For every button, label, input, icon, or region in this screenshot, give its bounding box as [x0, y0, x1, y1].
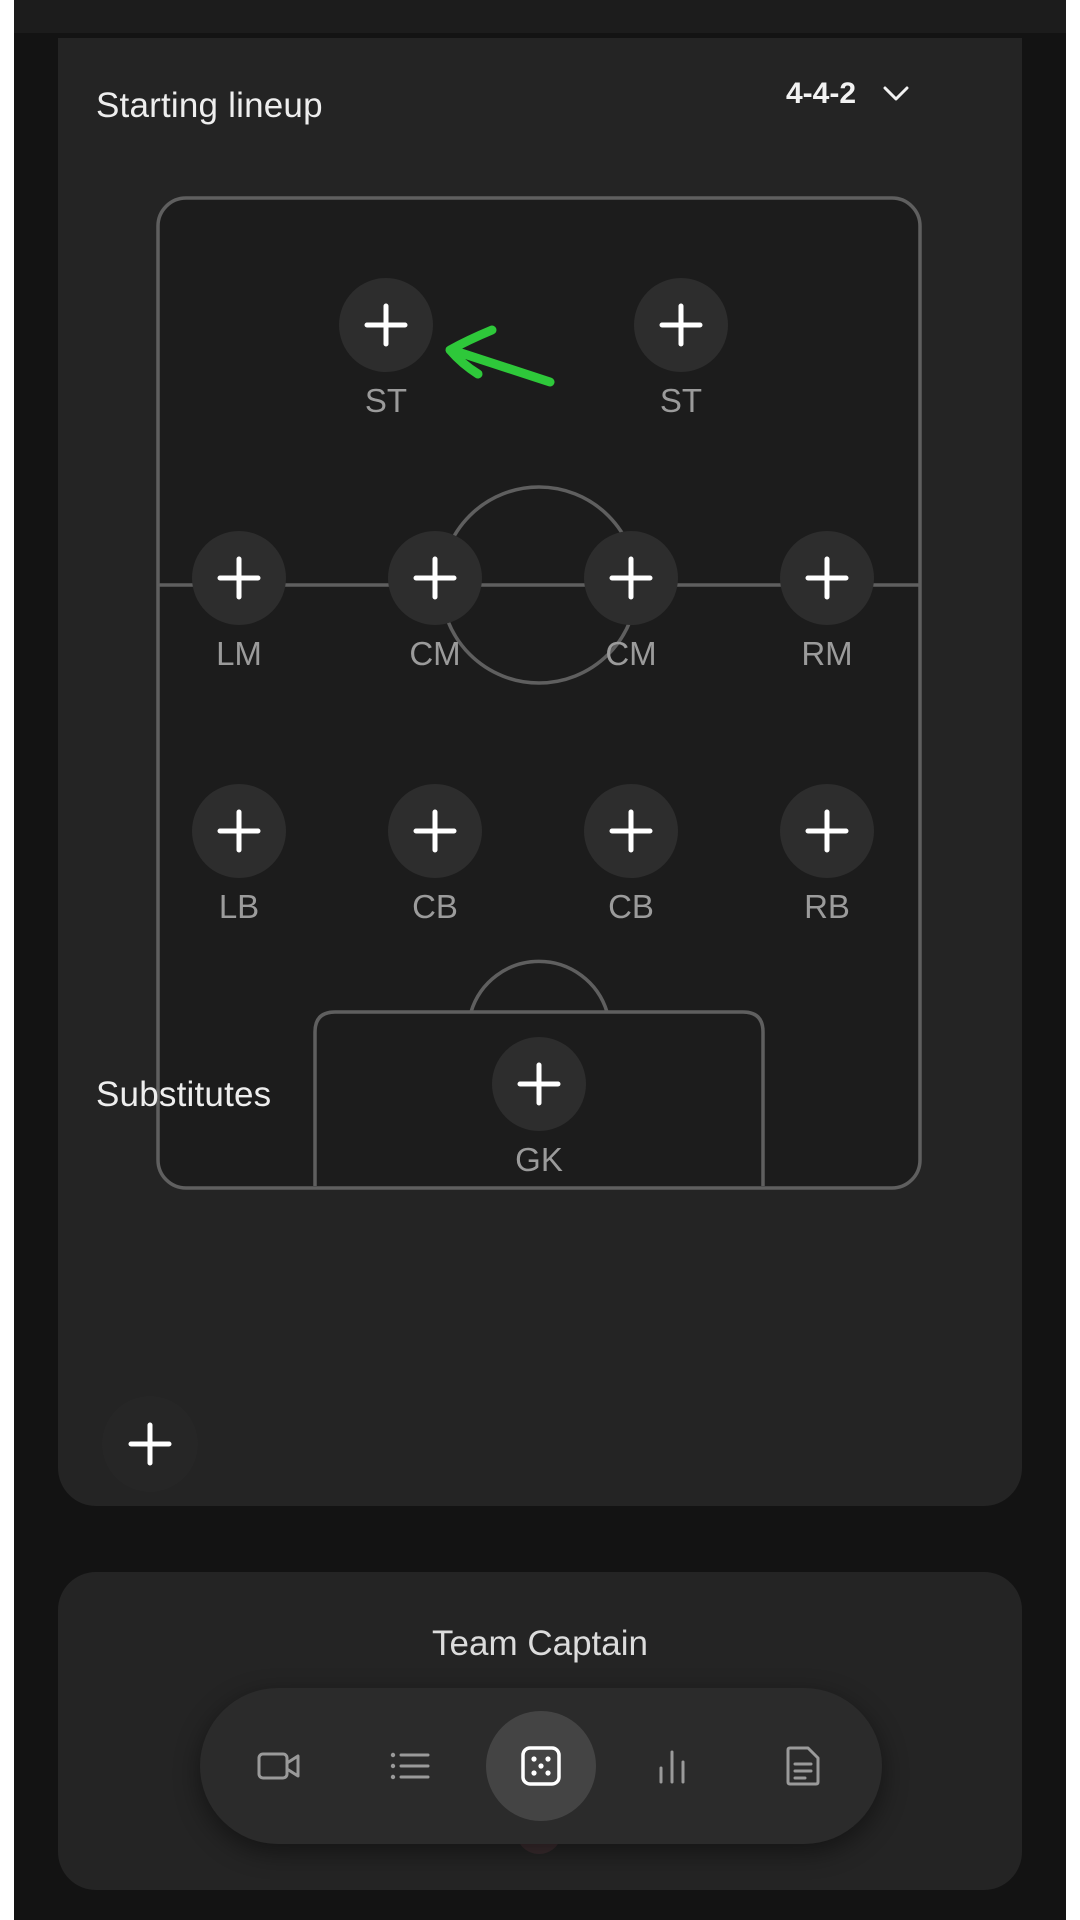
position-label: RM [801, 635, 853, 672]
nav-video[interactable] [224, 1711, 334, 1821]
plus-icon [517, 1062, 561, 1106]
add-player-button[interactable] [339, 278, 433, 372]
plus-icon [364, 303, 408, 347]
formation-dropdown[interactable]: 4-4-2 [786, 68, 910, 120]
position-label: LB [218, 888, 260, 925]
position-label: RB [804, 888, 850, 925]
slot-st-right: ST [611, 278, 751, 438]
add-substitute-button[interactable] [102, 1396, 198, 1492]
add-player-button[interactable] [492, 1037, 586, 1131]
video-icon [257, 1752, 300, 1780]
app-screen: Starting lineup 4-4-2 ST ST LM CM CM RM … [14, 0, 1066, 1920]
add-player-button[interactable] [634, 278, 728, 372]
nav-stats[interactable] [617, 1711, 727, 1821]
nav-list[interactable] [355, 1711, 465, 1821]
position-label: CB [412, 888, 458, 925]
position-label: GK [515, 1141, 563, 1178]
slot-cm-left: CM [365, 531, 505, 691]
plus-icon [805, 556, 849, 600]
position-label: CM [605, 635, 657, 672]
slot-st-left: ST [316, 278, 456, 438]
slot-rb: RB [757, 784, 897, 944]
position-label: ST [659, 382, 703, 419]
slot-cb-left: CB [365, 784, 505, 944]
top-bar [14, 0, 1066, 33]
nav-lineup[interactable] [486, 1711, 596, 1821]
dice-icon [521, 1746, 561, 1786]
add-player-button[interactable] [192, 784, 286, 878]
slot-cb-right: CB [561, 784, 701, 944]
position-label: CB [608, 888, 654, 925]
slot-lm: LM [169, 531, 309, 691]
slot-gk: GK [469, 1037, 609, 1197]
plus-icon [413, 556, 457, 600]
document-icon [786, 1746, 820, 1786]
list-icon [390, 1752, 430, 1780]
plus-icon [128, 1422, 172, 1466]
formation-value: 4-4-2 [786, 77, 857, 110]
team-captain-title: Team Captain [432, 1624, 648, 1663]
plus-icon [805, 809, 849, 853]
starting-lineup-card: Starting lineup 4-4-2 ST ST LM CM CM RM … [58, 38, 1022, 1506]
add-player-button[interactable] [780, 531, 874, 625]
starting-lineup-title: Starting lineup [96, 86, 323, 125]
slot-cm-right: CM [561, 531, 701, 691]
plus-icon [609, 556, 653, 600]
plus-icon [217, 809, 261, 853]
plus-icon [659, 303, 703, 347]
add-player-button[interactable] [388, 531, 482, 625]
nav-document[interactable] [748, 1711, 858, 1821]
pitch: ST ST LM CM CM RM LB CB CB RB GK [156, 196, 922, 1190]
slot-lb: LB [169, 784, 309, 944]
plus-icon [217, 556, 261, 600]
bottom-nav [200, 1688, 882, 1844]
add-player-button[interactable] [584, 531, 678, 625]
plus-icon [413, 809, 457, 853]
bar-chart-icon [659, 1750, 685, 1784]
slot-rm: RM [757, 531, 897, 691]
substitutes-title: Substitutes [96, 1075, 272, 1114]
plus-icon [609, 809, 653, 853]
position-label: LM [216, 635, 262, 672]
position-label: ST [364, 382, 408, 419]
add-player-button[interactable] [584, 784, 678, 878]
position-label: CM [409, 635, 461, 672]
chevron-down-icon [883, 86, 909, 101]
add-player-button[interactable] [388, 784, 482, 878]
add-player-button[interactable] [780, 784, 874, 878]
add-player-button[interactable] [192, 531, 286, 625]
